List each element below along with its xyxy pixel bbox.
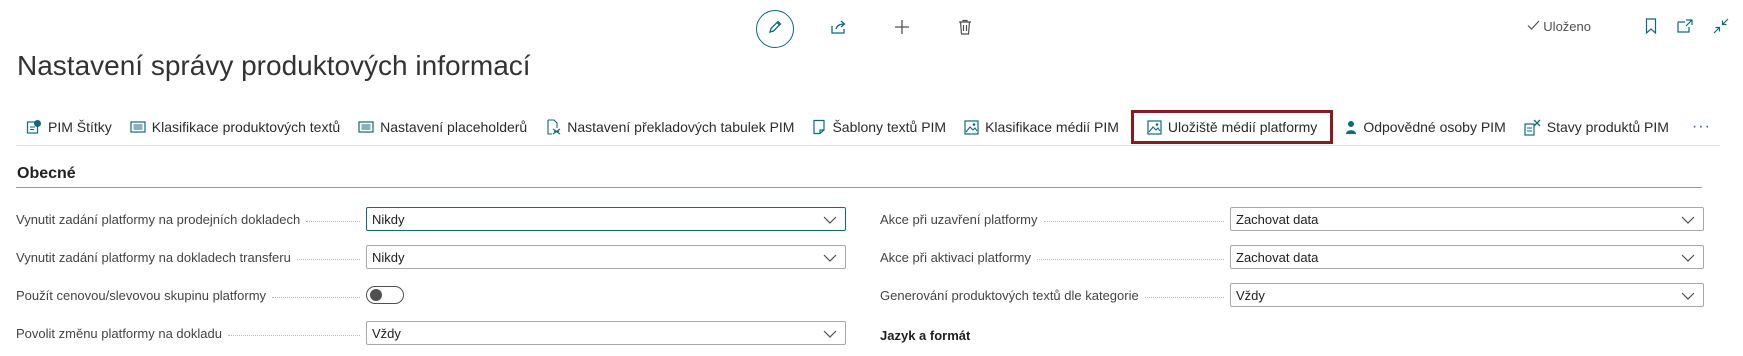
action-uloziste-medii-platformy[interactable]: Uložiště médií platformy bbox=[1130, 110, 1334, 144]
share-icon bbox=[830, 19, 848, 40]
action-label: PIM Štítky bbox=[48, 119, 112, 135]
chevron-down-icon bbox=[1681, 250, 1695, 265]
new-button[interactable] bbox=[884, 11, 920, 47]
action-label: Šablony textů PIM bbox=[832, 119, 947, 135]
tag-icon bbox=[26, 119, 42, 135]
plus-icon bbox=[894, 19, 910, 40]
action-label: Uložiště médií platformy bbox=[1167, 119, 1318, 135]
action-label: Nastavení překladových tabulek PIM bbox=[567, 119, 795, 135]
subsection-heading: Jazyk a formát bbox=[880, 328, 971, 343]
delete-button[interactable] bbox=[947, 11, 983, 47]
field-cenova-skupina: Použít cenovou/slevovou skupinu platform… bbox=[16, 282, 404, 308]
field-label: Povolit změnu platformy na dokladu bbox=[16, 326, 366, 341]
collapse-icon[interactable] bbox=[1713, 18, 1729, 34]
page-title: Nastavení správy produktových informací bbox=[17, 50, 531, 81]
field-zmena-platformy: Povolit změnu platformy na dokladu Vždy bbox=[16, 320, 846, 346]
chevron-down-icon bbox=[1681, 288, 1695, 303]
document-icon bbox=[812, 119, 826, 135]
action-pim-stitky[interactable]: PIM Štítky bbox=[16, 110, 121, 144]
translate-icon bbox=[545, 119, 561, 135]
field-label: Vynutit zadání platformy na prodejních d… bbox=[16, 212, 366, 227]
field-label: Použít cenovou/slevovou skupinu platform… bbox=[16, 288, 366, 303]
command-toolbar bbox=[756, 10, 983, 48]
pencil-icon bbox=[767, 19, 783, 40]
action-nastaveni-placeholderu[interactable]: Nastavení placeholderů bbox=[349, 110, 536, 144]
action-label: Nastavení placeholderů bbox=[380, 119, 528, 135]
more-actions-button[interactable]: ··· bbox=[1678, 118, 1725, 136]
action-odpovedne-osoby[interactable]: Odpovědné osoby PIM bbox=[1336, 110, 1514, 144]
section-divider bbox=[16, 187, 1702, 188]
action-prekladove-tabulky[interactable]: Nastavení překladových tabulek PIM bbox=[536, 110, 803, 144]
list-icon bbox=[358, 120, 374, 134]
action-klasifikace-textu[interactable]: Klasifikace produktových textů bbox=[121, 110, 349, 144]
action-label: Stavy produktů PIM bbox=[1546, 119, 1669, 135]
select-zmena-platformy[interactable]: Vždy bbox=[366, 321, 846, 345]
page-status-area: Uloženo bbox=[1527, 18, 1729, 34]
open-new-window-icon[interactable] bbox=[1677, 19, 1693, 33]
action-label: Odpovědné osoby PIM bbox=[1363, 119, 1506, 135]
select-akce-uzavreni[interactable]: Zachovat data bbox=[1230, 207, 1704, 231]
trash-icon bbox=[958, 19, 972, 40]
action-label: Klasifikace médií PIM bbox=[985, 119, 1119, 135]
select-vynutit-prodejni[interactable]: Nikdy bbox=[366, 207, 846, 231]
field-generovani-textu: Generování produktových textů dle katego… bbox=[880, 282, 1704, 308]
status-icon bbox=[1524, 119, 1541, 136]
field-label: Akce při aktivaci platformy bbox=[880, 250, 1230, 265]
action-label: Klasifikace produktových textů bbox=[151, 119, 341, 135]
chevron-down-icon bbox=[1681, 212, 1695, 227]
saved-status: Uloženo bbox=[1527, 19, 1591, 34]
section-title[interactable]: Obecné bbox=[17, 165, 76, 183]
field-label: Akce při uzavření platformy bbox=[880, 212, 1230, 227]
action-bar: PIM Štítky Klasifikace produktových text… bbox=[16, 109, 1720, 146]
edit-button[interactable] bbox=[756, 10, 794, 48]
action-klasifikace-medii[interactable]: Klasifikace médií PIM bbox=[955, 110, 1128, 144]
saved-label: Uloženo bbox=[1543, 18, 1591, 34]
image-icon bbox=[1147, 119, 1162, 135]
toggle-cenova-skupina[interactable] bbox=[366, 286, 404, 304]
select-vynutit-transfer[interactable]: Nikdy bbox=[366, 245, 846, 269]
person-icon bbox=[1345, 120, 1357, 135]
action-stavy-produktu[interactable]: Stavy produktů PIM bbox=[1515, 110, 1678, 144]
field-vynutit-transfer: Vynutit zadání platformy na dokladech tr… bbox=[16, 244, 846, 270]
field-label: Vynutit zadání platformy na dokladech tr… bbox=[16, 250, 366, 265]
chevron-down-icon bbox=[823, 326, 837, 341]
field-akce-uzavreni: Akce při uzavření platformy Zachovat dat… bbox=[880, 206, 1704, 232]
select-akce-aktivaci[interactable]: Zachovat data bbox=[1230, 245, 1704, 269]
bookmark-icon[interactable] bbox=[1645, 18, 1657, 34]
field-label: Generování produktových textů dle katego… bbox=[880, 288, 1230, 303]
share-button[interactable] bbox=[821, 11, 857, 47]
chevron-down-icon bbox=[823, 250, 837, 265]
checkmark-icon bbox=[1527, 19, 1540, 34]
list-icon bbox=[130, 120, 146, 134]
image-icon bbox=[964, 119, 979, 135]
chevron-down-icon bbox=[823, 212, 837, 227]
select-generovani-textu[interactable]: Vždy bbox=[1230, 283, 1704, 307]
toggle-knob bbox=[370, 289, 382, 301]
field-vynutit-prodejni: Vynutit zadání platformy na prodejních d… bbox=[16, 206, 846, 232]
action-sablony-textu[interactable]: Šablony textů PIM bbox=[803, 110, 955, 144]
field-akce-aktivaci: Akce při aktivaci platformy Zachovat dat… bbox=[880, 244, 1704, 270]
